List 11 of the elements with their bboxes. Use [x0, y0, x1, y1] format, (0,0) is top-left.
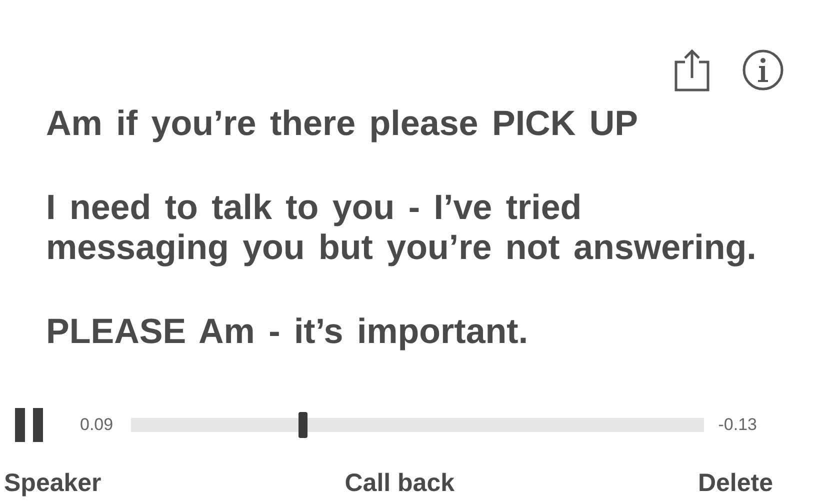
remaining-time: -0.13: [718, 415, 757, 435]
action-button[interactable]: Delete: [698, 469, 773, 498]
message-paragraph: Am if you’re there please PICK UP: [46, 104, 639, 144]
share-icon[interactable]: [673, 48, 711, 92]
action-button[interactable]: Speaker: [4, 469, 102, 498]
message-paragraph: I need to talk to you - I’ve tried messaging you but you’re not answering.: [46, 188, 758, 268]
slider-thumb[interactable]: [298, 412, 308, 438]
elapsed-time: 0.09: [80, 415, 114, 435]
action-button[interactable]: Call back: [344, 469, 455, 498]
message-paragraph: PLEASE Am - it’s important.: [46, 312, 530, 352]
info-icon[interactable]: [741, 48, 785, 92]
